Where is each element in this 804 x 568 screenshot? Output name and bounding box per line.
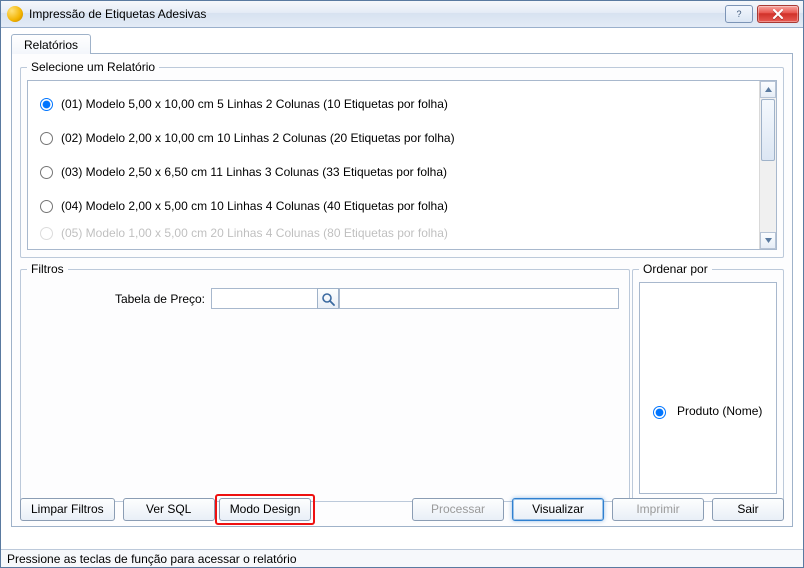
report-option-label: (01) Modelo 5,00 x 10,00 cm 5 Linhas 2 C… <box>61 97 448 111</box>
order-option[interactable]: Produto (Nome) <box>648 403 768 419</box>
filter-row-price-table: Tabela de Preço: <box>27 282 623 309</box>
design-mode-button[interactable]: Modo Design <box>219 498 312 521</box>
app-icon <box>7 6 23 22</box>
report-list: (01) Modelo 5,00 x 10,00 cm 5 Linhas 2 C… <box>27 80 777 250</box>
report-select-group: Selecione um Relatório (01) Modelo 5,00 … <box>20 60 784 258</box>
print-button[interactable]: Imprimir <box>612 498 704 521</box>
view-sql-button[interactable]: Ver SQL <box>123 498 215 521</box>
svg-text:?: ? <box>736 9 741 19</box>
report-list-wrap: (01) Modelo 5,00 x 10,00 cm 5 Linhas 2 C… <box>27 80 777 250</box>
report-scrollbar[interactable] <box>759 81 776 249</box>
order-group: Ordenar por Produto (Nome) <box>632 262 784 502</box>
tab-relatorios[interactable]: Relatórios <box>11 34 91 54</box>
button-bar: Limpar Filtros Ver SQL Modo Design Proce… <box>20 495 784 523</box>
tabcontrol: Relatórios Selecione um Relatório (01) M… <box>11 34 793 527</box>
titlebar: Impressão de Etiquetas Adesivas ? <box>1 1 803 28</box>
price-table-code-input[interactable] <box>211 288 317 309</box>
client-area: Relatórios Selecione um Relatório (01) M… <box>1 28 803 567</box>
order-options: Produto (Nome) <box>639 282 777 494</box>
report-option[interactable]: (03) Modelo 2,50 x 6,50 cm 11 Linhas 3 C… <box>40 155 774 189</box>
report-select-legend: Selecione um Relatório <box>27 60 159 74</box>
filters-legend: Filtros <box>27 262 68 276</box>
report-radio[interactable] <box>40 166 53 179</box>
tabstrip: Relatórios <box>11 34 793 54</box>
price-table-lookup-button[interactable] <box>317 288 339 309</box>
tabpage-relatorios: Selecione um Relatório (01) Modelo 5,00 … <box>11 54 793 527</box>
window-buttons: ? <box>725 5 799 23</box>
clear-filters-button[interactable]: Limpar Filtros <box>20 498 115 521</box>
order-option-label: Produto (Nome) <box>677 404 762 418</box>
report-radio[interactable] <box>40 98 53 111</box>
window: Impressão de Etiquetas Adesivas ? Relató… <box>0 0 804 568</box>
price-table-label: Tabela de Preço: <box>31 292 211 306</box>
report-radio[interactable] <box>40 200 53 213</box>
report-option[interactable]: (04) Modelo 2,00 x 5,00 cm 10 Linhas 4 C… <box>40 189 774 223</box>
report-option[interactable]: (05) Modelo 1,00 x 5,00 cm 20 Linhas 4 C… <box>40 223 774 243</box>
search-icon <box>321 292 335 306</box>
exit-button[interactable]: Sair <box>712 498 784 521</box>
report-radio[interactable] <box>40 132 53 145</box>
report-option-label: (03) Modelo 2,50 x 6,50 cm 11 Linhas 3 C… <box>61 165 447 179</box>
report-option[interactable]: (01) Modelo 5,00 x 10,00 cm 5 Linhas 2 C… <box>40 87 774 121</box>
scroll-thumb[interactable] <box>761 99 775 161</box>
statusbar-text: Pressione as teclas de função para acess… <box>7 552 297 566</box>
order-legend: Ordenar por <box>639 262 712 276</box>
scroll-up-button[interactable] <box>760 81 776 98</box>
design-mode-highlight: Modo Design <box>215 494 316 525</box>
report-option-label: (05) Modelo 1,00 x 5,00 cm 20 Linhas 4 C… <box>61 226 448 240</box>
preview-button[interactable]: Visualizar <box>512 498 604 521</box>
help-button[interactable]: ? <box>725 5 753 23</box>
close-button[interactable] <box>757 5 799 23</box>
filters-group: Filtros Tabela de Preço: <box>20 262 630 502</box>
report-option-label: (02) Modelo 2,00 x 10,00 cm 10 Linhas 2 … <box>61 131 455 145</box>
order-radio[interactable] <box>653 406 666 419</box>
report-radio[interactable] <box>40 227 53 240</box>
statusbar: Pressione as teclas de função para acess… <box>1 549 803 567</box>
window-title: Impressão de Etiquetas Adesivas <box>29 7 725 21</box>
process-button[interactable]: Processar <box>412 498 504 521</box>
scroll-down-button[interactable] <box>760 232 776 249</box>
report-option[interactable]: (02) Modelo 2,00 x 10,00 cm 10 Linhas 2 … <box>40 121 774 155</box>
report-option-label: (04) Modelo 2,00 x 5,00 cm 10 Linhas 4 C… <box>61 199 448 213</box>
price-table-name-input[interactable] <box>339 288 619 309</box>
